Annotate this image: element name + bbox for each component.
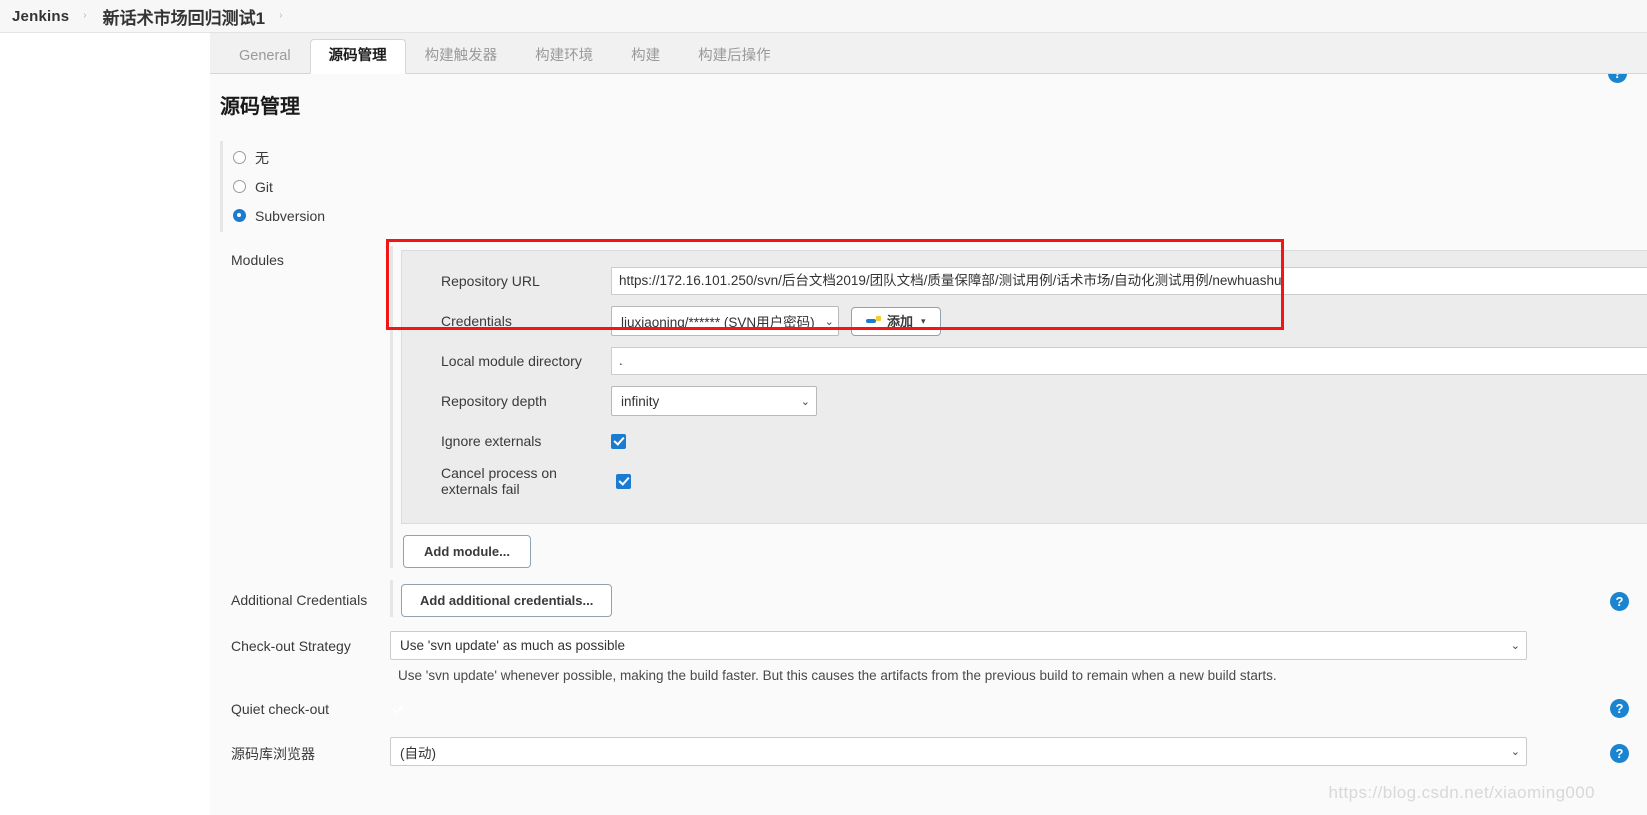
breadcrumb-separator-icon: › (83, 10, 87, 21)
radio-icon-subversion (233, 209, 246, 222)
ignore-externals-checkbox[interactable] (611, 433, 626, 449)
modules-label: Modules (231, 252, 284, 268)
modules-row: Modules Repository URL https://172.16.10… (210, 246, 1647, 568)
checkout-strategy-row: Check-out Strategy Use 'svn update' as m… (210, 631, 1647, 683)
breadcrumb-item-project[interactable]: 新话术市场回归测试1 (103, 4, 265, 29)
credentials-row: Credentials liuxiaoning/****** (SVN用户密码)… (416, 301, 1647, 341)
checkout-strategy-select-value: Use 'svn update' as much as possible (400, 638, 626, 653)
tab-build-environment[interactable]: 构建环境 (516, 39, 612, 75)
help-icon-quiet-checkout[interactable]: ? (1610, 699, 1629, 718)
repository-url-row: Repository URL https://172.16.101.250/sv… (416, 261, 1647, 301)
repository-browser-select[interactable]: (自动) ⌄ (390, 737, 1527, 766)
repository-depth-select[interactable]: infinity ⌄ (611, 386, 817, 416)
key-icon (866, 315, 881, 327)
tab-build-triggers[interactable]: 构建触发器 (406, 39, 517, 75)
scm-type-radio-group: 无 Git Subversion ? (220, 74, 1647, 232)
additional-credentials-row: Additional Credentials Add additional cr… (210, 580, 1647, 617)
quiet-checkout-label: Quiet check-out (231, 701, 330, 717)
checkout-strategy-label: Check-out Strategy (231, 638, 351, 654)
checkout-strategy-control: Use 'svn update' as much as possible ⌄ U… (390, 631, 1647, 683)
chevron-down-icon-browser: ⌄ (1510, 746, 1520, 758)
cancel-process-on-externals-fail-checkbox[interactable] (616, 473, 631, 489)
ignore-externals-row: Ignore externals ? (416, 421, 1647, 461)
cancel-process-on-externals-fail-label: Cancel process on externals fail (441, 465, 557, 497)
scm-radio-git[interactable]: Git (231, 172, 1647, 201)
add-module-button[interactable]: Add module... (403, 535, 531, 568)
repository-depth-row: Repository depth infinity ⌄ ? (416, 381, 1647, 421)
local-module-directory-row: Local module directory . ? (416, 341, 1647, 381)
repository-url-input[interactable]: https://172.16.101.250/svn/后台文档2019/团队文档… (611, 267, 1647, 295)
help-icon-repository-browser[interactable]: ? (1610, 744, 1629, 763)
radio-icon-none (233, 151, 246, 164)
quiet-checkout-control (390, 701, 1647, 711)
repository-url-label: Repository URL (441, 273, 540, 289)
repository-browser-row: 源码库浏览器 (自动) ⌄ ? (210, 737, 1647, 766)
add-credentials-button-label: 添加 (887, 313, 914, 329)
chevron-down-icon-credentials: ⌄ (824, 315, 834, 328)
tab-build[interactable]: 构建 (612, 39, 679, 75)
scm-radio-subversion-label: Subversion (255, 207, 326, 224)
scm-config-form: 源码管理 无 Git Subversion ? Modules (210, 74, 1647, 815)
local-module-directory-input[interactable]: . (611, 347, 1647, 375)
chevron-down-icon-strategy: ⌄ (1510, 640, 1520, 652)
tab-post-build-actions[interactable]: 构建后操作 (679, 39, 790, 75)
scm-radio-git-label: Git (255, 178, 273, 195)
repository-depth-label: Repository depth (441, 393, 547, 409)
repository-browser-label: 源码库浏览器 (231, 746, 315, 762)
additional-credentials-control: Add additional credentials... (390, 580, 1647, 617)
additional-credentials-label: Additional Credentials (231, 592, 368, 608)
ignore-externals-label: Ignore externals (441, 433, 542, 449)
modules-panel: Repository URL https://172.16.101.250/sv… (401, 250, 1647, 524)
cancel-process-on-externals-fail-row: Cancel process on externals fail ? (416, 461, 1647, 501)
breadcrumb: Jenkins › 新话术市场回归测试1 › (0, 0, 1647, 33)
page-title: 源码管理 (220, 96, 300, 118)
local-module-directory-label: Local module directory (441, 353, 582, 369)
repository-depth-select-value: infinity (621, 393, 660, 409)
tab-general[interactable]: General (220, 39, 310, 75)
breadcrumb-separator-icon-2: › (279, 10, 283, 21)
scm-radio-none[interactable]: 无 (231, 143, 1647, 172)
config-tab-strip: General 源码管理 构建触发器 构建环境 构建 构建后操作 (210, 33, 1647, 74)
credentials-select-value: liuxiaoning/****** (SVN用户密码) (621, 315, 815, 330)
left-gutter (0, 33, 210, 815)
chevron-down-icon-add: ▾ (921, 315, 926, 326)
add-additional-credentials-button[interactable]: Add additional credentials... (401, 584, 613, 617)
scm-radio-none-label: 无 (255, 149, 269, 166)
credentials-label: Credentials (441, 313, 512, 329)
quiet-checkout-row: Quiet check-out ? (210, 699, 1647, 718)
help-icon-additional-credentials[interactable]: ? (1610, 592, 1629, 611)
modules-control: Repository URL https://172.16.101.250/sv… (390, 246, 1647, 568)
radio-icon-git (233, 180, 246, 193)
credentials-select[interactable]: liuxiaoning/****** (SVN用户密码) ⌄ (611, 306, 839, 336)
add-credentials-button[interactable]: 添加 ▾ (851, 306, 941, 336)
checkout-strategy-select[interactable]: Use 'svn update' as much as possible ⌄ (390, 631, 1527, 660)
scm-radio-subversion[interactable]: Subversion (231, 201, 1647, 230)
tab-source-code-management[interactable]: 源码管理 (309, 38, 406, 74)
repository-browser-control: (自动) ⌄ (390, 737, 1647, 766)
watermark-text: https://blog.csdn.net/xiaoming000 (1328, 783, 1595, 802)
repository-browser-select-value: (自动) (400, 745, 436, 761)
breadcrumb-item-jenkins[interactable]: Jenkins (12, 8, 69, 25)
checkout-strategy-description: Use 'svn update' whenever possible, maki… (398, 668, 1277, 683)
chevron-down-icon-depth: ⌄ (800, 395, 810, 408)
